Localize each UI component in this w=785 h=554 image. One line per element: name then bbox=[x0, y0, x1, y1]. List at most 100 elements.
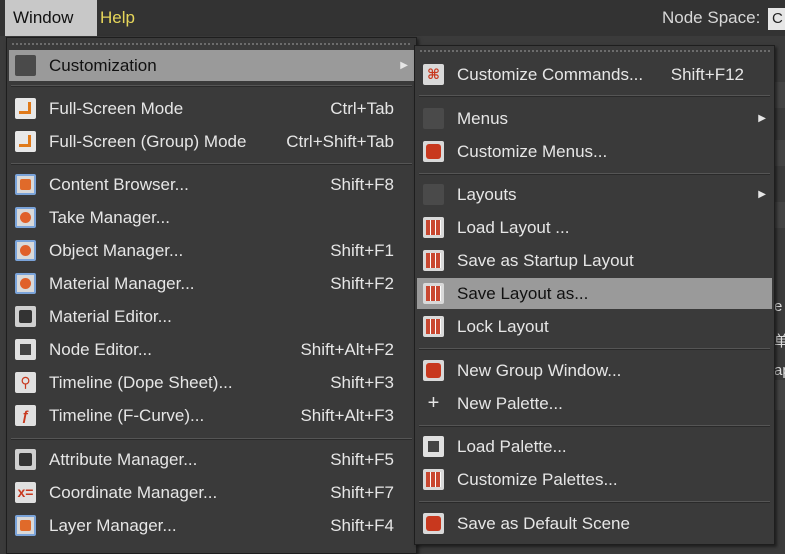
menu-item-label: Lock Layout bbox=[457, 317, 549, 336]
fullscreen-group-icon bbox=[15, 131, 36, 152]
menu-item-customize-menus[interactable]: Customize Menus... bbox=[417, 136, 772, 167]
load-palette-icon bbox=[423, 436, 444, 457]
coordinate-manager-icon: x= bbox=[15, 482, 36, 503]
object-manager-icon bbox=[15, 240, 36, 261]
menu-item-customization[interactable]: Customization ▶ bbox=[9, 50, 414, 81]
menu-item-label: Material Manager... bbox=[49, 274, 195, 293]
menu-item-label: Menus bbox=[457, 109, 509, 128]
shortcut-text: Ctrl+Shift+Tab bbox=[286, 132, 394, 151]
menu-item-label: Customize Palettes... bbox=[457, 470, 618, 489]
material-editor-icon bbox=[15, 306, 36, 327]
menu-separator bbox=[11, 438, 412, 440]
menu-item-load-layout[interactable]: Load Layout ... bbox=[417, 212, 772, 243]
background-panel-strip bbox=[774, 82, 785, 108]
attribute-manager-icon bbox=[15, 449, 36, 470]
timeline-dope-sheet-icon: ⚲ bbox=[15, 372, 36, 393]
save-default-scene-icon bbox=[423, 513, 444, 534]
shortcut-text: Shift+F5 bbox=[330, 450, 394, 469]
submenu-arrow-icon: ▶ bbox=[758, 189, 766, 200]
shortcut-text: Shift+Alt+F3 bbox=[300, 406, 394, 425]
menu-item-coordinate-manager[interactable]: x= Coordinate Manager... Shift+F7 bbox=[9, 477, 414, 508]
menu-item-new-group-window[interactable]: New Group Window... bbox=[417, 355, 772, 386]
menu-item-material-manager[interactable]: Material Manager... Shift+F2 bbox=[9, 268, 414, 299]
menu-item-label: Customize Commands... bbox=[457, 65, 644, 84]
window-menu: Customization ▶ Full-Screen Mode Ctrl+Ta… bbox=[6, 37, 417, 554]
blank-icon bbox=[423, 184, 444, 205]
menu-item-label: Timeline (F-Curve)... bbox=[49, 406, 205, 425]
menu-item-label: Timeline (Dope Sheet)... bbox=[49, 373, 233, 392]
menu-item-label: Save as Default Scene bbox=[457, 514, 630, 533]
content-browser-icon bbox=[15, 174, 36, 195]
menu-item-label: Save as Startup Layout bbox=[457, 251, 634, 270]
menu-item-customize-palettes[interactable]: Customize Palettes... bbox=[417, 464, 772, 495]
menu-item-label: Layer Manager... bbox=[49, 516, 177, 535]
node-space-select[interactable]: C bbox=[768, 8, 785, 30]
menu-separator bbox=[419, 425, 770, 427]
node-space-label: Node Space: bbox=[662, 8, 761, 27]
new-palette-icon: + bbox=[427, 392, 440, 414]
menu-separator bbox=[11, 85, 412, 87]
menu-separator bbox=[11, 163, 412, 165]
menu-item-content-browser[interactable]: Content Browser... Shift+F8 bbox=[9, 169, 414, 200]
background-text: 单 bbox=[774, 333, 785, 350]
menu-item-material-editor[interactable]: Material Editor... bbox=[9, 301, 414, 332]
timeline-fcurve-icon: ƒ bbox=[15, 405, 36, 426]
menu-item-load-palette[interactable]: Load Palette... bbox=[417, 431, 772, 462]
menu-item-label: Load Layout ... bbox=[457, 218, 570, 237]
menu-separator bbox=[419, 501, 770, 503]
menu-item-label: New Palette... bbox=[457, 394, 563, 413]
menu-item-new-palette[interactable]: + New Palette... bbox=[417, 388, 772, 419]
menu-separator bbox=[419, 95, 770, 97]
menu-item-save-startup-layout[interactable]: Save as Startup Layout bbox=[417, 245, 772, 276]
load-layout-icon bbox=[423, 217, 444, 238]
menu-item-label: Full-Screen (Group) Mode bbox=[49, 132, 247, 151]
menu-item-label: Attribute Manager... bbox=[49, 450, 198, 469]
new-group-window-icon bbox=[423, 360, 444, 381]
shortcut-text: Shift+F7 bbox=[330, 483, 394, 502]
save-startup-layout-icon bbox=[423, 250, 444, 271]
menu-item-layer-manager[interactable]: Layer Manager... Shift+F4 bbox=[9, 510, 414, 541]
menu-item-customize-commands[interactable]: ⌘ Customize Commands... Shift+F12 bbox=[417, 59, 772, 90]
menu-item-lock-layout[interactable]: Lock Layout bbox=[417, 311, 772, 342]
menu-item-full-screen-mode[interactable]: Full-Screen Mode Ctrl+Tab bbox=[9, 93, 414, 124]
shortcut-text: Shift+F12 bbox=[670, 65, 744, 84]
lock-layout-icon bbox=[423, 316, 444, 337]
layer-manager-icon bbox=[15, 515, 36, 536]
background-panel-strip bbox=[774, 380, 785, 410]
blank-icon bbox=[423, 108, 444, 129]
tear-off-handle[interactable] bbox=[419, 49, 770, 54]
submenu-arrow-icon: ▶ bbox=[758, 113, 766, 124]
menu-help[interactable]: Help bbox=[92, 0, 143, 36]
menu-item-save-layout-as[interactable]: Save Layout as... bbox=[417, 278, 772, 309]
node-editor-icon bbox=[15, 339, 36, 360]
menu-item-timeline-dope-sheet[interactable]: ⚲ Timeline (Dope Sheet)... Shift+F3 bbox=[9, 367, 414, 398]
tear-off-handle[interactable] bbox=[11, 42, 412, 47]
customize-commands-icon: ⌘ bbox=[423, 64, 444, 85]
submenu-arrow-icon: ▶ bbox=[400, 60, 408, 71]
take-manager-icon bbox=[15, 207, 36, 228]
menubar: Window Help Node Space: C bbox=[0, 0, 785, 36]
menu-item-layouts[interactable]: Layouts ▶ bbox=[417, 179, 772, 210]
shortcut-text: Shift+F8 bbox=[330, 175, 394, 194]
menu-item-take-manager[interactable]: Take Manager... bbox=[9, 202, 414, 233]
menu-item-menus[interactable]: Menus ▶ bbox=[417, 103, 772, 134]
menu-window[interactable]: Window bbox=[5, 0, 97, 36]
menu-separator bbox=[419, 348, 770, 350]
customize-menus-icon bbox=[423, 141, 444, 162]
menu-item-label: Customization bbox=[49, 56, 157, 75]
menu-item-full-screen-group-mode[interactable]: Full-Screen (Group) Mode Ctrl+Shift+Tab bbox=[9, 126, 414, 157]
shortcut-text: Shift+Alt+F2 bbox=[300, 340, 394, 359]
menu-item-attribute-manager[interactable]: Attribute Manager... Shift+F5 bbox=[9, 444, 414, 475]
shortcut-text: Shift+F1 bbox=[330, 241, 394, 260]
menu-item-timeline-fcurve[interactable]: ƒ Timeline (F-Curve)... Shift+Alt+F3 bbox=[9, 400, 414, 431]
menu-item-node-editor[interactable]: Node Editor... Shift+Alt+F2 bbox=[9, 334, 414, 365]
menu-item-save-default-scene[interactable]: Save as Default Scene bbox=[417, 508, 772, 539]
menu-item-label: Coordinate Manager... bbox=[49, 483, 218, 502]
menu-item-label: Material Editor... bbox=[49, 307, 172, 326]
background-panel-strip bbox=[774, 202, 785, 228]
menu-item-label: Save Layout as... bbox=[457, 284, 589, 303]
customize-palettes-icon bbox=[423, 469, 444, 490]
menu-item-object-manager[interactable]: Object Manager... Shift+F1 bbox=[9, 235, 414, 266]
menu-item-label: Load Palette... bbox=[457, 437, 567, 456]
material-manager-icon bbox=[15, 273, 36, 294]
